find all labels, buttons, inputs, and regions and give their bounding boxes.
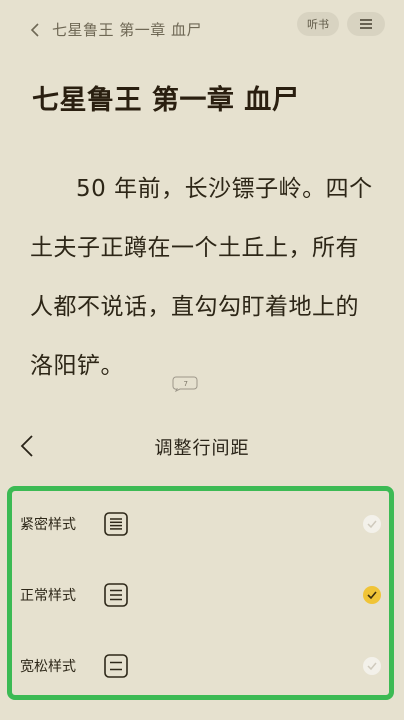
listen-button[interactable]: 听书 [297, 12, 339, 36]
back-icon[interactable] [28, 20, 42, 40]
chapter-paragraph: 50 年前，长沙镖子岭。四个土夫子正蹲在一个土丘上，所有人都不说话，直勾勾盯着地… [30, 160, 380, 396]
option-label: 正常样式 [20, 588, 76, 604]
option-label: 宽松样式 [20, 659, 76, 675]
option-dense[interactable]: 紧密样式 [12, 494, 389, 554]
dense-lines-icon [104, 512, 128, 536]
radio-selected-icon[interactable] [363, 586, 381, 604]
hamburger-menu-icon [360, 19, 372, 29]
option-loose[interactable]: 宽松样式 [12, 636, 389, 696]
panel-header: 调整行间距 [0, 424, 404, 468]
radio-unselected-icon[interactable] [363, 657, 381, 675]
loose-lines-icon [104, 654, 128, 678]
option-normal[interactable]: 正常样式 [12, 565, 389, 625]
chapter-title: 七星鲁王 第一章 血尸 [32, 85, 300, 116]
option-label: 紧密样式 [20, 517, 76, 533]
radio-unselected-icon[interactable] [363, 515, 381, 533]
chapter-breadcrumb[interactable]: 七星鲁王 第一章 血尸 [52, 19, 202, 40]
paragraph-text: 50 年前，长沙镖子岭。四个土夫子正蹲在一个土丘上，所有人都不说话，直勾勾盯着地… [30, 176, 373, 379]
comment-bubble-icon[interactable]: 7 [126, 356, 198, 392]
normal-lines-icon [104, 583, 128, 607]
line-spacing-options: 紧密样式 正常样式 宽松样式 [7, 486, 394, 700]
comment-count: 7 [184, 380, 189, 388]
panel-title: 调整行间距 [154, 438, 250, 459]
menu-button[interactable] [347, 12, 385, 36]
reader-page: 七星鲁王 第一章 血尸 听书 七星鲁王 第一章 血尸 50 年前，长沙镖子岭。四… [0, 0, 404, 720]
top-bar: 七星鲁王 第一章 血尸 听书 [0, 0, 404, 58]
